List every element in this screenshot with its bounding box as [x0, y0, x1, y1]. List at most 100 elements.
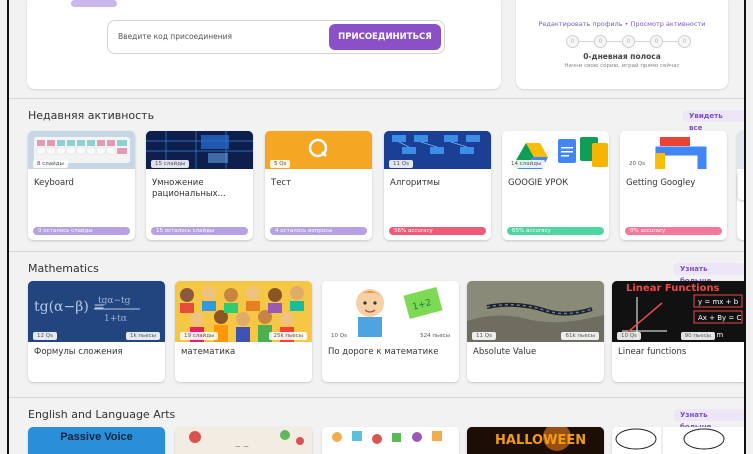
join-button[interactable]: ПРИСОЕДИНИТЬСЯ [329, 24, 441, 50]
math-card-linear-functions[interactable]: Linear Functions y = mx + b Ax + By = C … [612, 281, 744, 382]
card-badge: 20 Qs [625, 160, 649, 168]
card-badge: 12 Qs [33, 332, 57, 340]
join-card: Введите код присоединения ПРИСОЕДИНИТЬСЯ [27, 0, 501, 89]
streak-tracker: 0 0 0 0 0 [566, 34, 691, 48]
streak-subtitle: Начни свою серию, играй прямо сейчас [564, 63, 680, 69]
card-title: Алгоритмы [390, 178, 440, 188]
doodle-thumbnail-image [322, 427, 459, 454]
card-badge: 10 Qs [327, 332, 351, 340]
carousel-next-button[interactable]: › [738, 172, 744, 200]
see-all-button[interactable]: Увидеть все [683, 110, 744, 132]
halloween-thumbnail-image: HALLOWEEN [467, 427, 604, 454]
ela-card-5[interactable] [612, 427, 744, 454]
streak-connector [635, 40, 650, 42]
thumb-caption: Passive Voice [60, 431, 133, 443]
card-title: Формулы сложения [34, 347, 123, 357]
card-badge: 11 Qs [472, 332, 496, 340]
card-thumbnail: HALLOWEEN [467, 427, 604, 454]
card-thumbnail: 11 Qs [384, 131, 491, 169]
linear-thumb-eq2: Ax + By = C [698, 314, 742, 322]
card-thumbnail [737, 131, 744, 169]
profile-links[interactable]: Редактировать профиль • Просмотр активно… [516, 20, 728, 28]
streak-connector [579, 40, 594, 42]
card-thumbnail: tg(α−β) = tgα−tg 1+tα 12 Qs 1k пьесы [28, 281, 165, 342]
card-thumbnail: Linear Functions y = mx + b Ax + By = C … [612, 281, 744, 342]
recent-card-getting-googley[interactable]: 20 Qs Getting Googley 0% accuracy [620, 131, 727, 240]
card-thumbnail [612, 427, 744, 454]
card-badge: 19 слайды [180, 332, 219, 340]
math-card-road-to-math[interactable]: 1+2 10 Qs 524 пьесы По дороге к математи… [322, 281, 459, 382]
card-thumbnail: 20 Qs [620, 131, 727, 169]
card-progress: 56% accuracy [389, 227, 486, 235]
streak-dot: 0 [622, 34, 635, 48]
card-thumbnail: ~ ~ [175, 427, 312, 454]
card-thumbnail: 5 Qs [265, 131, 372, 169]
math-section-title: Mathematics [28, 262, 99, 275]
svg-text:~ ~: ~ ~ [235, 443, 249, 451]
card-title: Тест [271, 178, 292, 188]
halloween-text: HALLOWEEN [495, 433, 586, 448]
recent-card-google-lesson[interactable]: 14 слайды GOOGIE УРОК 65% accuracy [502, 131, 609, 240]
recent-card-test[interactable]: 5 Qs Тест 4 осталось вопросы [265, 131, 372, 240]
card-badge: 14 слайды [507, 160, 546, 168]
card-thumbnail: 8 слайды [28, 131, 135, 169]
holiday-thumbnail-image: ~ ~ [175, 427, 312, 454]
card-thumbnail: 14 слайды [502, 131, 609, 169]
ela-card-halloween[interactable]: HALLOWEEN [467, 427, 604, 454]
card-badge: 5 Qs [270, 160, 291, 168]
card-progress: 0% accuracy [625, 227, 722, 235]
card-title: По дороге к математике [328, 347, 439, 357]
profile-card: Редактировать профиль • Просмотр активно… [516, 0, 728, 89]
recent-card-keyboard[interactable]: 8 слайды Keyboard 0 осталось слайды [28, 131, 135, 240]
card-thumbnail: 15 слайды [146, 131, 253, 169]
card-thumbnail: Passive Voice [28, 427, 165, 454]
join-card-pill [71, 0, 117, 7]
card-title: Absolute Value [473, 347, 537, 357]
section-divider [9, 251, 744, 252]
card-title: Linear functions [618, 347, 687, 357]
card-badge: 11 Qs [389, 160, 413, 168]
card-title: GOOGIE УРОК [508, 178, 569, 188]
linear-thumb-eq1: y = mx + b [698, 298, 739, 306]
streak-title: 0-дневная полоса [583, 52, 661, 61]
recent-card-multiplication[interactable]: 15 слайды Умножение рациональных... 15 о… [146, 131, 253, 240]
card-progress: 15 осталось слайды [151, 227, 248, 235]
streak-dot: 0 [594, 34, 607, 48]
card-title: математика [181, 347, 236, 357]
math-learn-more-button[interactable]: Узнать больше [674, 263, 744, 285]
card-plays: 1k пьесы [125, 332, 160, 340]
ela-learn-more-button[interactable]: Узнать больше [674, 409, 744, 431]
speech-bubbles-image [612, 427, 744, 454]
join-code-box: Введите код присоединения ПРИСОЕДИНИТЬСЯ [107, 20, 445, 54]
recent-card-algorithms[interactable]: 11 Qs Алгоритмы 56% accuracy [384, 131, 491, 240]
card-thumbnail: 1+2 10 Qs 524 пьесы [322, 281, 459, 342]
card-progress: 65% accuracy [507, 227, 604, 235]
join-code-input[interactable]: Введите код присоединения [118, 21, 318, 53]
card-plays: 90 пьесы [680, 332, 715, 340]
card-plays: 61k пьесы [561, 332, 599, 340]
svg-text:1+tα: 1+tα [104, 314, 127, 324]
main-frame: Введите код присоединения ПРИСОЕДИНИТЬСЯ… [7, 0, 746, 454]
streak-dot: 0 [678, 34, 691, 48]
card-thumbnail [322, 427, 459, 454]
formula-text: tg(α−β) = [34, 299, 105, 315]
ela-card-3[interactable] [322, 427, 459, 454]
section-divider [9, 98, 744, 99]
card-title: Getting Googley [626, 178, 696, 188]
ela-card-2[interactable]: ~ ~ [175, 427, 312, 454]
card-title: Умножение рациональных... [152, 178, 226, 199]
card-title: Keyboard [34, 178, 74, 188]
section-divider [9, 397, 744, 398]
math-card-formulas[interactable]: tg(α−β) = tgα−tg 1+tα 12 Qs 1k пьесы Фор… [28, 281, 165, 382]
streak-dot: 0 [650, 34, 663, 48]
math-card-absolute-value[interactable]: 11 Qs 61k пьесы Absolute Value [467, 281, 604, 382]
streak-connector [663, 40, 678, 42]
card-badge: 8 слайды [33, 160, 68, 168]
card-progress: 4 осталось вопросы [270, 227, 367, 235]
card-badge: 10 Qs [617, 332, 641, 340]
card-badge: 15 слайды [151, 160, 190, 168]
math-card-math[interactable]: 19 слайды 25k пьесы математика [175, 281, 312, 382]
svg-text:tgα−tg: tgα−tg [98, 296, 131, 306]
ela-card-passive-voice[interactable]: Passive Voice [28, 427, 165, 454]
recent-section-title: Недавняя активность [28, 109, 155, 122]
